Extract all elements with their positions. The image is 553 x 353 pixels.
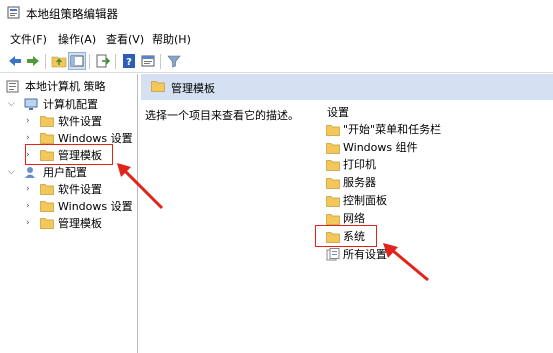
chevron-right-icon[interactable]: › bbox=[26, 202, 35, 211]
folder-icon bbox=[326, 178, 340, 189]
menu-file[interactable]: 文件(F) bbox=[10, 31, 47, 47]
list-item-label: 服务器 bbox=[343, 176, 376, 189]
details-header: 管理模板 bbox=[141, 74, 553, 100]
folder-icon bbox=[151, 81, 165, 92]
folder-icon bbox=[40, 184, 54, 195]
properties-icon[interactable] bbox=[140, 53, 156, 69]
tree-item-label: 软件设置 bbox=[58, 183, 102, 196]
tree-pane: 本地计算机 策略 ⌵ 计算机配置 › 软件设置 › Windows 设置 › 管… bbox=[0, 74, 138, 353]
tree-item-label: 用户配置 bbox=[43, 166, 87, 179]
filter-icon[interactable] bbox=[166, 53, 182, 69]
chevron-right-icon[interactable]: › bbox=[26, 185, 35, 194]
tree-root[interactable]: 本地计算机 策略 bbox=[6, 78, 134, 95]
svg-text:?: ? bbox=[126, 57, 132, 68]
chevron-right-icon[interactable]: › bbox=[26, 134, 35, 143]
menu-bar: 文件(F) 操作(A) 查看(V) 帮助(H) bbox=[0, 28, 553, 48]
tree-item-computer-software[interactable]: › 软件设置 bbox=[6, 113, 134, 130]
all-settings-icon bbox=[326, 248, 340, 261]
tree-item-user-software[interactable]: › 软件设置 bbox=[6, 181, 134, 198]
show-hide-tree-icon[interactable] bbox=[68, 52, 86, 70]
export-list-icon[interactable] bbox=[95, 53, 111, 69]
tree-item-label: 软件设置 bbox=[58, 115, 102, 128]
chevron-right-icon[interactable]: › bbox=[26, 117, 35, 126]
tree-item-user-windows[interactable]: › Windows 设置 bbox=[6, 198, 134, 215]
list-item-label: 所有设置 bbox=[343, 248, 387, 261]
back-arrow-icon[interactable] bbox=[7, 53, 23, 69]
toolbar-separator bbox=[89, 54, 90, 69]
tree-item-user-admin-templates[interactable]: › 管理模板 bbox=[6, 215, 134, 232]
toolbar-separator bbox=[160, 54, 161, 69]
list-item-label: 打印机 bbox=[343, 158, 376, 171]
window-title: 本地组策略编辑器 bbox=[26, 7, 118, 21]
user-icon bbox=[25, 167, 35, 178]
menu-action[interactable]: 操作(A) bbox=[58, 31, 96, 47]
tree-root-label: 本地计算机 策略 bbox=[25, 80, 106, 93]
policy-document-icon bbox=[6, 80, 19, 93]
folder-icon bbox=[40, 116, 54, 127]
highlight-box-system bbox=[315, 225, 377, 247]
list-item-label: 控制面板 bbox=[343, 194, 387, 207]
chevron-down-icon[interactable]: ⌵ bbox=[8, 168, 17, 177]
folder-icon bbox=[326, 196, 340, 207]
group-policy-app-icon bbox=[7, 6, 20, 19]
forward-arrow-icon[interactable] bbox=[25, 53, 41, 69]
folder-icon bbox=[326, 125, 340, 136]
tree-item-label: 计算机配置 bbox=[43, 98, 98, 111]
description-text: 选择一个项目来查看它的描述。 bbox=[145, 109, 299, 122]
menu-view[interactable]: 查看(V) bbox=[106, 31, 144, 47]
tree-item-user-config[interactable]: ⌵ 用户配置 bbox=[6, 164, 134, 181]
column-header-settings[interactable]: 设置 bbox=[327, 104, 349, 120]
tree-item-computer-config[interactable]: ⌵ 计算机配置 bbox=[6, 96, 134, 113]
computer-icon bbox=[24, 98, 38, 110]
details-pane: 管理模板 选择一个项目来查看它的描述。 设置 "开始"菜单和任务栏 Window… bbox=[141, 74, 553, 353]
tree-item-label: Windows 设置 bbox=[58, 200, 133, 213]
folder-icon bbox=[326, 160, 340, 171]
menu-help[interactable]: 帮助(H) bbox=[152, 31, 191, 47]
up-folder-icon[interactable] bbox=[51, 53, 67, 69]
title-bar: 本地组策略编辑器 bbox=[0, 0, 553, 26]
folder-icon bbox=[40, 218, 54, 229]
toolbar-separator bbox=[115, 54, 116, 69]
chevron-down-icon[interactable]: ⌵ bbox=[8, 100, 17, 109]
list-item-label: Windows 组件 bbox=[343, 141, 418, 154]
toolbar-separator bbox=[45, 54, 46, 69]
highlight-box-admin-templates bbox=[25, 144, 113, 165]
help-icon[interactable]: ? bbox=[121, 53, 137, 69]
tree-item-label: 管理模板 bbox=[58, 217, 102, 230]
folder-icon bbox=[326, 143, 340, 154]
chevron-right-icon[interactable]: › bbox=[26, 219, 35, 228]
folder-icon bbox=[40, 133, 54, 144]
folder-icon bbox=[40, 201, 54, 212]
toolbar: ? bbox=[0, 50, 553, 73]
folder-icon bbox=[326, 214, 340, 225]
list-item-label: "开始"菜单和任务栏 bbox=[343, 123, 442, 136]
details-header-title: 管理模板 bbox=[171, 82, 215, 95]
